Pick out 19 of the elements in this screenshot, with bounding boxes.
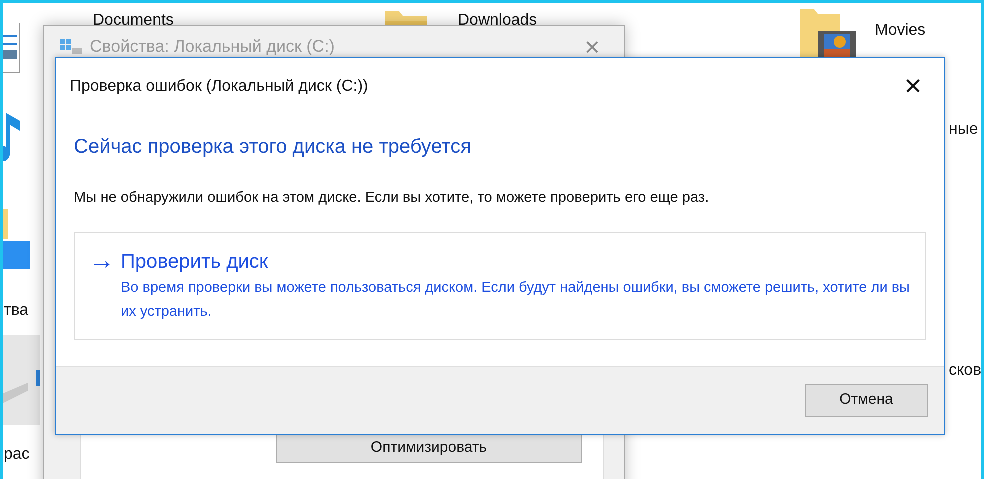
close-button[interactable]: × (900, 72, 926, 102)
dialog-heading: Сейчас проверка этого диска не требуется (74, 135, 472, 160)
label-text: сков (949, 361, 981, 381)
link-description: Во время проверки вы можете пользоваться диском. Если будут найдены ошибки, вы сможете решить, хотите ли вы их устранить. (121, 278, 911, 322)
link-title: Проверить диск (121, 250, 270, 275)
label-text: ные (949, 120, 978, 140)
window-title: Свойства: Локальный диск (C:) (90, 36, 336, 58)
optimize-button[interactable]: Оптимизировать (276, 434, 582, 463)
label-text: тва (4, 301, 29, 321)
windows-icon (60, 39, 82, 55)
music-note-icon (3, 111, 22, 161)
cancel-button[interactable]: Отмена (805, 384, 928, 417)
label-text: рас (4, 445, 30, 465)
check-disk-link[interactable]: → Проверить диск Во время проверки вы можете пользоваться диском. Если будут найдены ошибки, вы сможете решить, хотите ли вы их устранить. (74, 232, 926, 340)
document-icon (3, 23, 22, 75)
arrow-icon: → (89, 246, 121, 325)
file-label[interactable]: Movies (875, 19, 926, 43)
message-text: Мы не обнаружили ошибок на этом диске. Если вы хотите, то можете проверить его еще раз. (74, 189, 710, 208)
window-title: Проверка ошибок (Локальный диск (C:)) (70, 77, 368, 97)
